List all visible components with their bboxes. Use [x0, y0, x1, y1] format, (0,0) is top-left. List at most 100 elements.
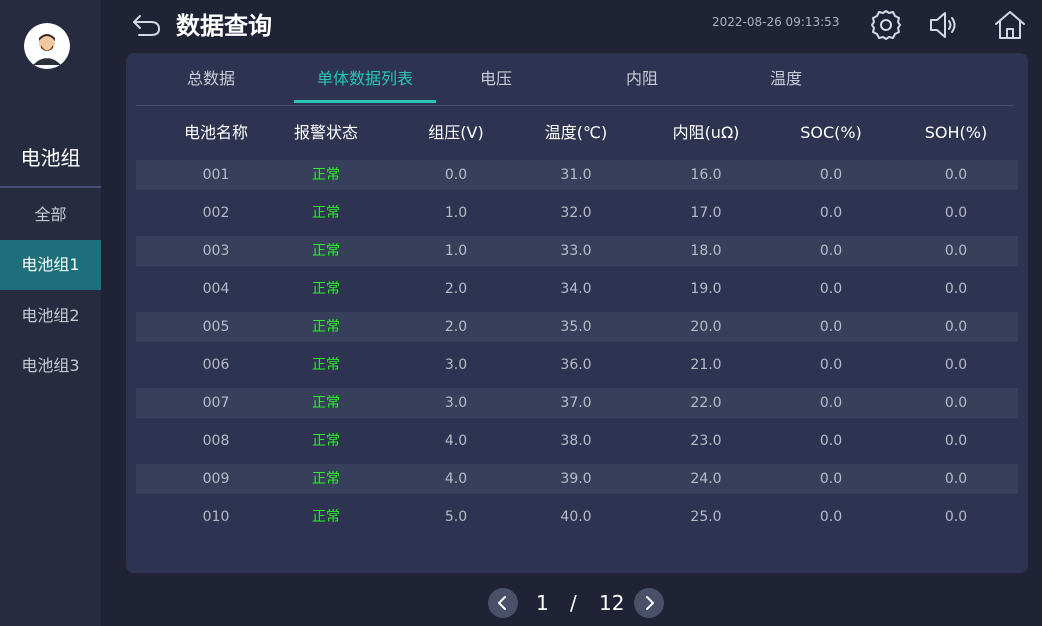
col-temperature-cell: 37.0 [560, 395, 592, 411]
tab-bar: 总数据 单体数据列表 电压 内阻 温度 [136, 53, 1014, 106]
col-soh-cell: 0.0 [944, 357, 968, 373]
table-row[interactable]: 007 正常 3.0 37.0 22.0 0.0 0.0 [136, 388, 1018, 418]
status-badge: 正常 [312, 167, 340, 183]
col-temperature-cell: 33.0 [560, 243, 592, 259]
col-soc-cell: 0.0 [819, 471, 843, 487]
table-row[interactable]: 008 正常 4.0 38.0 23.0 0.0 0.0 [136, 426, 1018, 456]
sidebar-item-group2[interactable]: 电池组2 [0, 291, 101, 341]
col-soc-cell: 0.0 [819, 281, 843, 297]
col-battery-name-header: 电池名称 [183, 123, 248, 142]
col-group-voltage-header: 组压(V) [428, 123, 484, 142]
col-battery-name-cell: 007 [202, 395, 230, 411]
col-soh-header: SOH(%) [924, 123, 988, 142]
col-battery-name-cell: 008 [202, 433, 230, 449]
tab-resistance[interactable]: 内阻 [602, 53, 682, 105]
speaker-icon[interactable] [927, 8, 961, 42]
chevron-left-icon [498, 596, 506, 610]
current-page: 1 [536, 591, 549, 615]
col-resistance-cell: 19.0 [690, 281, 722, 297]
col-resistance-cell: 25.0 [690, 509, 722, 525]
col-group-voltage-cell: 4.0 [444, 433, 468, 449]
table-row[interactable]: 002 正常 1.0 32.0 17.0 0.0 0.0 [136, 198, 1018, 228]
col-soc-cell: 0.0 [819, 167, 843, 183]
sidebar-item-group3[interactable]: 电池组3 [0, 341, 101, 391]
status-badge: 正常 [312, 433, 340, 449]
col-resistance-cell: 18.0 [690, 243, 722, 259]
col-battery-name-cell: 006 [202, 357, 230, 373]
col-resistance-cell: 20.0 [690, 319, 722, 335]
col-group-voltage-cell: 0.0 [444, 167, 468, 183]
next-page-button[interactable] [634, 588, 664, 618]
status-badge: 正常 [312, 243, 340, 259]
table-row[interactable]: 003 正常 1.0 33.0 18.0 0.0 0.0 [136, 236, 1018, 266]
table-row[interactable]: 004 正常 2.0 34.0 19.0 0.0 0.0 [136, 274, 1018, 304]
col-soh-cell: 0.0 [944, 167, 968, 183]
total-pages: 12 [599, 591, 625, 615]
col-soc-cell: 0.0 [819, 205, 843, 221]
col-battery-name-cell: 010 [202, 509, 230, 525]
status-badge: 正常 [312, 357, 340, 373]
col-alarm-status-header: 报警状态 [293, 123, 358, 142]
col-soc-cell: 0.0 [819, 509, 843, 525]
status-badge: 正常 [312, 471, 340, 487]
sidebar: 电池组 全部 电池组1 电池组2 电池组3 [0, 0, 101, 626]
tab-cell-data-list[interactable]: 单体数据列表 [294, 53, 436, 105]
col-soc-cell: 0.0 [819, 395, 843, 411]
col-resistance-cell: 24.0 [690, 471, 722, 487]
col-temperature-cell: 35.0 [560, 319, 592, 335]
gear-icon[interactable] [869, 8, 903, 42]
col-soh-cell: 0.0 [944, 471, 968, 487]
col-temperature-cell: 36.0 [560, 357, 592, 373]
col-group-voltage-cell: 5.0 [444, 509, 468, 525]
col-resistance-cell: 23.0 [690, 433, 722, 449]
status-badge: 正常 [312, 205, 340, 221]
chevron-right-icon [646, 596, 654, 610]
col-soh-cell: 0.0 [944, 395, 968, 411]
col-temperature-cell: 39.0 [560, 471, 592, 487]
status-badge: 正常 [312, 395, 340, 411]
sidebar-item-all[interactable]: 全部 [0, 190, 101, 240]
col-temperature-cell: 32.0 [560, 205, 592, 221]
col-soc-header: SOC(%) [800, 123, 862, 142]
col-resistance-cell: 17.0 [690, 205, 722, 221]
status-badge: 正常 [312, 319, 340, 335]
status-badge: 正常 [312, 509, 340, 525]
col-soh-cell: 0.0 [944, 205, 968, 221]
col-soh-cell: 0.0 [944, 243, 968, 259]
col-soh-cell: 0.0 [944, 509, 968, 525]
col-temperature-cell: 40.0 [560, 509, 592, 525]
col-group-voltage-cell: 4.0 [444, 471, 468, 487]
col-soc-cell: 0.0 [819, 433, 843, 449]
back-arrow-icon[interactable] [131, 10, 163, 38]
datetime-display: 2022-08-26 09:13:53 [712, 15, 840, 29]
prev-page-button[interactable] [488, 588, 518, 618]
active-tab-indicator [294, 100, 436, 103]
tab-voltage[interactable]: 电压 [456, 53, 536, 105]
sidebar-item-group1[interactable]: 电池组1 [0, 240, 101, 290]
table-row[interactable]: 005 正常 2.0 35.0 20.0 0.0 0.0 [136, 312, 1018, 342]
tab-temperature[interactable]: 温度 [746, 53, 826, 105]
avatar[interactable] [24, 23, 70, 69]
col-soh-cell: 0.0 [944, 281, 968, 297]
tab-total-data[interactable]: 总数据 [161, 53, 261, 105]
table-row[interactable]: 009 正常 4.0 39.0 24.0 0.0 0.0 [136, 464, 1018, 494]
pagination: 1 / 12 [0, 586, 1042, 620]
col-battery-name-cell: 003 [202, 243, 230, 259]
col-group-voltage-cell: 1.0 [444, 243, 468, 259]
page-separator: / [570, 591, 577, 615]
page-title: 数据查询 [176, 12, 272, 40]
home-icon[interactable] [993, 8, 1027, 42]
col-resistance-header: 内阻(uΩ) [672, 123, 740, 142]
col-temperature-cell: 34.0 [560, 281, 592, 297]
table-row[interactable]: 010 正常 5.0 40.0 25.0 0.0 0.0 [136, 502, 1018, 532]
table-row[interactable]: 001 正常 0.0 31.0 16.0 0.0 0.0 [136, 160, 1018, 190]
col-soc-cell: 0.0 [819, 243, 843, 259]
col-battery-name-cell: 004 [202, 281, 230, 297]
col-soh-cell: 0.0 [944, 433, 968, 449]
col-group-voltage-cell: 3.0 [444, 357, 468, 373]
col-group-voltage-cell: 3.0 [444, 395, 468, 411]
table-row[interactable]: 006 正常 3.0 36.0 21.0 0.0 0.0 [136, 350, 1018, 380]
col-temperature-cell: 31.0 [560, 167, 592, 183]
col-soc-cell: 0.0 [819, 357, 843, 373]
col-battery-name-cell: 001 [202, 167, 230, 183]
